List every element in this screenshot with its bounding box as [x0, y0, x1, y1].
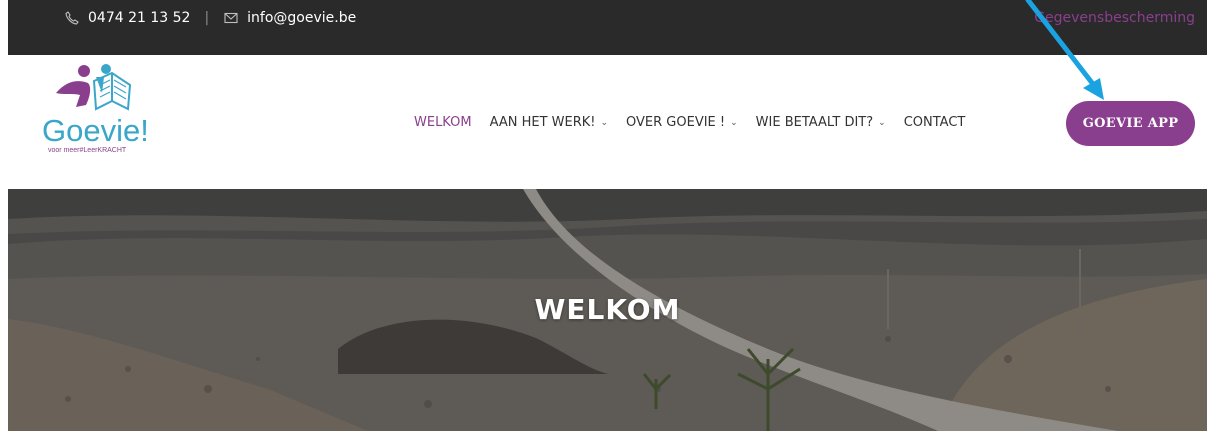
chevron-down-icon: ⌄	[730, 117, 738, 128]
nav-item-label: WIE BETAALT DIT?	[755, 115, 874, 130]
chevron-down-icon: ⌄	[878, 117, 886, 128]
nav-item-label: AAN HET WERK!	[489, 115, 596, 130]
phone-icon	[64, 10, 80, 26]
nav-item-label: WELKOM	[414, 115, 472, 130]
site-header: Goevie! voor meer#LeerKRACHT WELKOM AAN …	[8, 55, 1207, 189]
chevron-down-icon: ⌄	[600, 117, 609, 128]
main-nav: WELKOM AAN HET WERK! ⌄ OVER GOEVIE ! ⌄ W…	[414, 115, 983, 130]
logo[interactable]: Goevie! voor meer#LeerKRACHT	[42, 63, 172, 155]
goevie-app-button[interactable]: GOEVIE APP	[1066, 101, 1195, 146]
hero-banner: WELKOM	[8, 189, 1207, 431]
nav-item-aan-het-werk[interactable]: AAN HET WERK! ⌄	[490, 115, 608, 130]
email-link[interactable]: info@goevie.be	[247, 10, 356, 26]
nav-item-contact[interactable]: CONTACT	[904, 115, 966, 130]
nav-item-over-goevie[interactable]: OVER GOEVIE ! ⌄	[626, 115, 738, 130]
page: 0474 21 13 52 | info@goevie.be Gegevensb…	[0, 0, 1215, 431]
separator: |	[204, 10, 210, 26]
nav-item-label: OVER GOEVIE !	[626, 115, 726, 130]
nav-item-wie-betaalt-dit[interactable]: WIE BETAALT DIT? ⌄	[756, 115, 886, 130]
nav-item-welkom[interactable]: WELKOM	[414, 115, 472, 130]
hero-title: WELKOM	[534, 293, 681, 326]
privacy-link[interactable]: Gegevensbescherming	[1034, 10, 1195, 26]
logo-tagline: voor meer#LeerKRACHT	[48, 147, 127, 154]
nav-item-label: CONTACT	[903, 115, 966, 130]
logo-wordmark: Goevie!	[42, 113, 149, 148]
envelope-icon	[223, 10, 239, 26]
top-bar: 0474 21 13 52 | info@goevie.be Gegevensb…	[8, 0, 1207, 55]
contact-info: 0474 21 13 52 | info@goevie.be	[64, 10, 356, 26]
phone-number[interactable]: 0474 21 13 52	[88, 10, 190, 26]
